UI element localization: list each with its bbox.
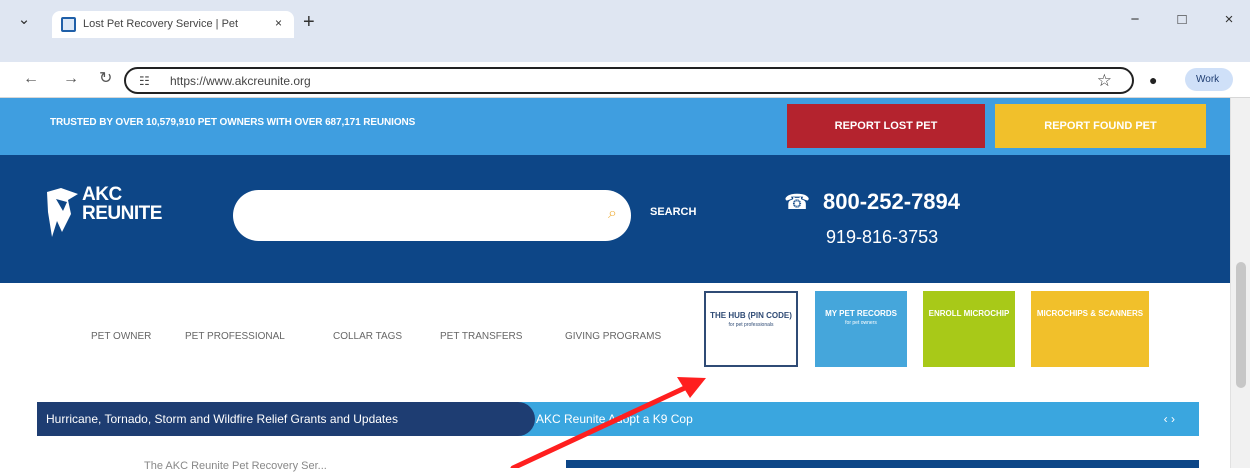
- address-url[interactable]: https://www.akcreunite.org: [170, 74, 311, 88]
- hub-pin-code-title: THE HUB (PIN CODE): [710, 311, 792, 320]
- browser-tabbar: ⌄ Lost Pet Recovery Service | Pet × + − …: [0, 0, 1250, 98]
- news-ticker: Hurricane, Tornado, Storm and Wildfire R…: [37, 402, 1199, 436]
- partial-body-text: The AKC Reunite Pet Recovery Ser...: [144, 460, 327, 472]
- menu-pet-professional[interactable]: PET PROFESSIONAL: [185, 331, 285, 342]
- search-input[interactable]: ⌕: [233, 190, 631, 241]
- akc-logo-icon[interactable]: [44, 187, 82, 239]
- microchips-scanners-title: MICROCHIPS & SCANNERS: [1036, 309, 1144, 318]
- phone-icon: ☎: [784, 191, 811, 214]
- hub-pin-code-subtitle: for pet professionals: [728, 322, 774, 328]
- report-lost-pet-button[interactable]: REPORT LOST PET: [787, 104, 985, 148]
- logo-line2: REUNITE: [82, 203, 162, 224]
- close-tab-icon[interactable]: ×: [275, 16, 282, 30]
- menu-giving-programs[interactable]: GIVING PROGRAMS: [565, 331, 661, 342]
- phone-primary[interactable]: 800-252-7894: [823, 189, 960, 215]
- menu-collar-tags[interactable]: COLLAR TAGS: [333, 331, 402, 342]
- tab-strip: ⌄ Lost Pet Recovery Service | Pet × + − …: [0, 0, 1250, 38]
- browser-toolbar: ← → ↻ ☷ https://www.akcreunite.org ☆ ● W…: [0, 62, 1250, 98]
- tab-search-icon[interactable]: ⌄: [16, 12, 32, 28]
- search-button[interactable]: SEARCH: [650, 206, 696, 218]
- page-scrollbar[interactable]: [1230, 98, 1250, 468]
- site-header: AKC REUNITE ⌕ SEARCH ☎ 800-252-7894 919-…: [0, 155, 1230, 283]
- hub-pin-code-tile[interactable]: THE HUB (PIN CODE) for pet professionals: [704, 291, 798, 367]
- my-pet-records-subtitle: for pet owners: [845, 320, 877, 326]
- new-tab-plus-icon[interactable]: +: [303, 12, 315, 32]
- minimize-window-icon[interactable]: −: [1127, 12, 1143, 28]
- ticker-arrows-icon[interactable]: ‹ ›: [1164, 412, 1175, 426]
- news-title-cap: [517, 402, 535, 436]
- enroll-microchip-tile[interactable]: ENROLL MICROCHIP: [923, 291, 1015, 367]
- bookmark-star-icon[interactable]: ☆: [1097, 71, 1112, 91]
- forward-icon[interactable]: →: [63, 70, 79, 88]
- tab-title: Lost Pet Recovery Service | Pet: [83, 18, 239, 30]
- scrollbar-thumb[interactable]: [1236, 262, 1246, 388]
- profile-button[interactable]: Work: [1185, 68, 1233, 91]
- trust-text: TRUSTED BY OVER 10,579,910 PET OWNERS WI…: [50, 117, 416, 128]
- search-icon[interactable]: ⌕: [608, 205, 617, 223]
- menu-pet-owner[interactable]: PET OWNER: [91, 331, 151, 342]
- news-title[interactable]: Hurricane, Tornado, Storm and Wildfire R…: [37, 402, 517, 436]
- close-window-icon[interactable]: ×: [1221, 12, 1237, 28]
- enroll-microchip-title: ENROLL MICROCHIP: [928, 309, 1010, 318]
- menu-pet-transfers[interactable]: PET TRANSFERS: [440, 331, 522, 342]
- active-tab[interactable]: Lost Pet Recovery Service | Pet ×: [52, 11, 294, 38]
- reload-icon[interactable]: ↻: [99, 70, 112, 88]
- phone-secondary[interactable]: 919-816-3753: [826, 227, 938, 248]
- main-menu: PET OWNER PET PROFESSIONAL COLLAR TAGS P…: [0, 283, 1230, 393]
- logo-line1: AKC: [82, 184, 122, 205]
- page-content: TRUSTED BY OVER 10,579,910 PET OWNERS WI…: [0, 98, 1250, 472]
- report-found-pet-button[interactable]: REPORT FOUND PET: [995, 104, 1206, 148]
- site-info-icon[interactable]: ☷: [139, 74, 150, 88]
- maximize-window-icon[interactable]: □: [1174, 12, 1190, 28]
- address-bar[interactable]: ☷ https://www.akcreunite.org ☆: [124, 67, 1134, 94]
- akc-reunite-logo[interactable]: AKC REUNITE: [82, 185, 162, 223]
- news-ticker-item[interactable]: AKC Reunite Adopt a K9 Cop: [536, 412, 693, 426]
- back-icon[interactable]: ←: [23, 70, 39, 88]
- microchips-scanners-tile[interactable]: MICROCHIPS & SCANNERS: [1031, 291, 1149, 367]
- profile-icon[interactable]: ●: [1149, 72, 1157, 88]
- hero-image-partial: [566, 460, 1199, 468]
- favicon-icon: [61, 17, 76, 32]
- my-pet-records-title: MY PET RECORDS: [825, 309, 897, 318]
- my-pet-records-tile[interactable]: MY PET RECORDS for pet owners: [815, 291, 907, 367]
- trust-banner: TRUSTED BY OVER 10,579,910 PET OWNERS WI…: [0, 98, 1230, 155]
